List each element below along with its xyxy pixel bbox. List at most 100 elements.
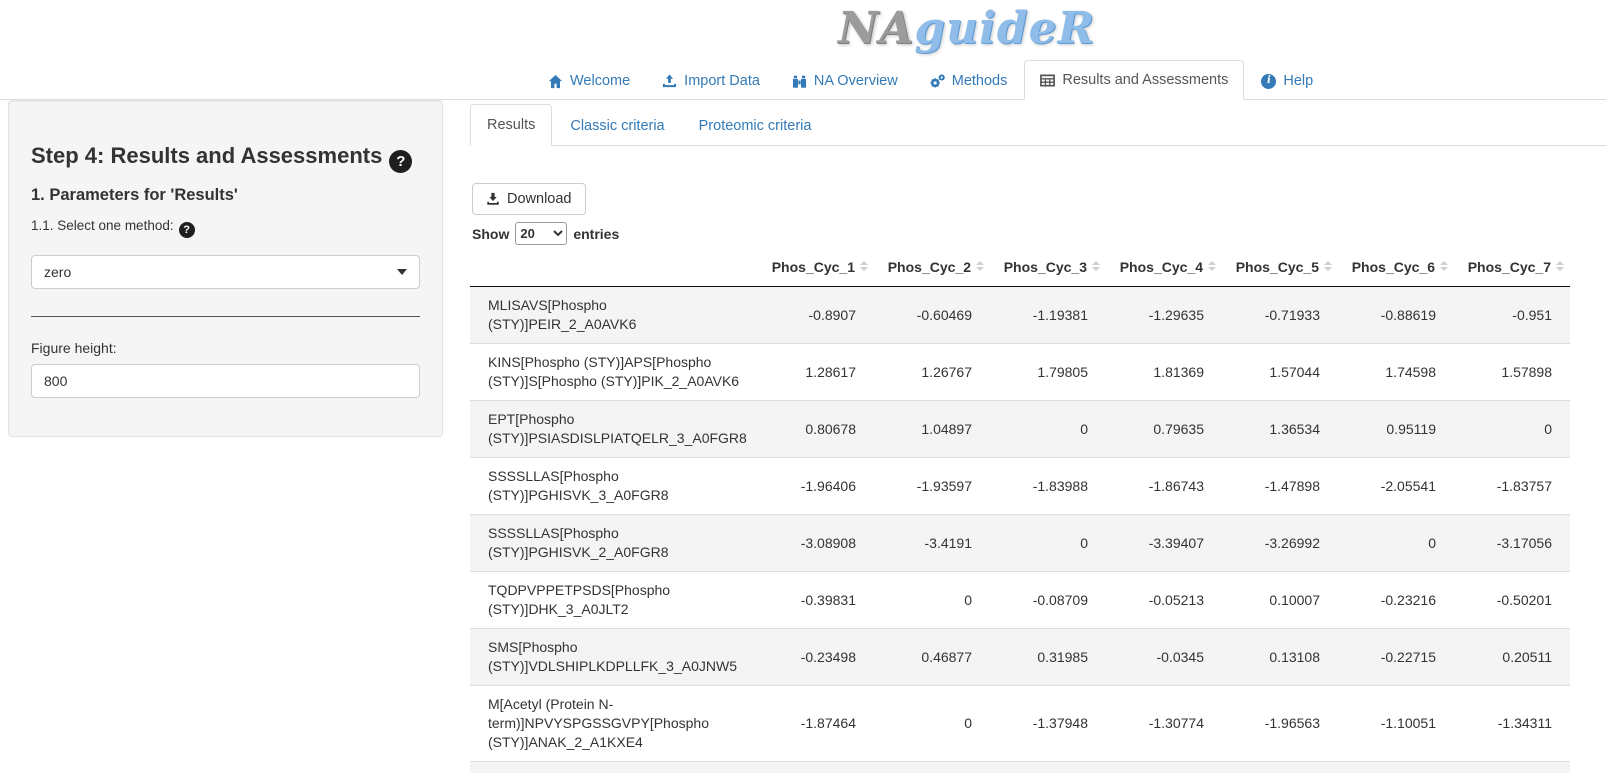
value-cell: 0: [1338, 515, 1454, 572]
column-header[interactable]: Phos_Cyc_4: [1106, 248, 1222, 287]
value-cell: 0.10007: [1222, 572, 1338, 629]
table-row: SSSSLLAS[Phospho (STY)]PGHISVK_2_A0FGR8-…: [470, 515, 1570, 572]
upload-icon: [662, 74, 677, 89]
help-icon[interactable]: ?: [179, 222, 195, 238]
results-tabset: Results Classic criteria Proteomic crite…: [470, 104, 1606, 146]
value-cell: 0: [990, 401, 1106, 458]
column-header[interactable]: Phos_Cyc_6: [1338, 248, 1454, 287]
value-cell: 1.81369: [1106, 344, 1222, 401]
sort-icon: [1208, 261, 1216, 271]
sort-icon: [1324, 261, 1332, 271]
column-header[interactable]: Phos_Cyc_7: [1454, 248, 1570, 287]
download-button[interactable]: Download: [472, 183, 586, 215]
tab-classic-criteria[interactable]: Classic criteria: [554, 106, 682, 145]
download-icon: [486, 192, 500, 206]
nav-item-methods[interactable]: Methods: [914, 62, 1024, 99]
column-header[interactable]: Phos_Cyc_1: [758, 248, 874, 287]
value-cell: -0.22715: [1338, 629, 1454, 686]
value-cell: 1.04897: [874, 401, 990, 458]
value-cell: -0.8907: [758, 287, 874, 344]
value-cell: -0.71933: [1222, 287, 1338, 344]
row-name-cell: MLISAVS[Phospho (STY)]PEIR_2_A0AVK6: [470, 287, 758, 344]
figure-height-label: Figure height:: [31, 340, 420, 356]
app-logo: NAguideR: [838, 2, 1095, 56]
help-icon[interactable]: ?: [389, 150, 412, 173]
results-table-container: Phos_Cyc_1Phos_Cyc_2Phos_Cyc_3Phos_Cyc_4…: [470, 248, 1570, 773]
nav-item-na-overview[interactable]: NA Overview: [776, 62, 914, 99]
value-cell: 0: [874, 686, 990, 762]
row-name-cell: SMS[Phospho (STY)]VDLSHIPLKDPLLFK_3_A0JN…: [470, 629, 758, 686]
value-cell: -3.39407: [1106, 515, 1222, 572]
value-cell: -1.96563: [1222, 686, 1338, 762]
show-label: Show: [472, 226, 509, 242]
sort-icon: [976, 261, 984, 271]
value-cell: 1.79805: [990, 344, 1106, 401]
value-cell: 0.79635: [1106, 401, 1222, 458]
value-cell: -1.83988: [990, 458, 1106, 515]
nav-item-help[interactable]: i Help: [1245, 62, 1329, 99]
sidebar-panel: Step 4: Results and Assessments? 1. Para…: [8, 100, 443, 437]
binoculars-icon: [792, 74, 807, 89]
value-cell: -1.96406: [758, 458, 874, 515]
figure-height-input[interactable]: [31, 364, 420, 398]
value-cell: 0: [990, 515, 1106, 572]
value-cell: -0.88619: [1338, 287, 1454, 344]
column-header[interactable]: Phos_Cyc_2: [874, 248, 990, 287]
step-title: Step 4: Results and Assessments?: [31, 143, 420, 173]
column-header[interactable]: Phos_Cyc_5: [1222, 248, 1338, 287]
table-row: KINS[Phospho (STY)]APS[Phospho (STY)]S[P…: [470, 344, 1570, 401]
value-cell: -0.23498: [758, 629, 874, 686]
row-name-header: [470, 248, 758, 287]
entries-select[interactable]: 20: [515, 222, 567, 245]
value-cell: 0.80678: [758, 401, 874, 458]
top-nav: Welcome Import Data NA Overview Methods: [0, 60, 1606, 100]
value-cell: 0: [874, 572, 990, 629]
sort-icon: [1440, 261, 1448, 271]
value-cell: -3.4191: [874, 515, 990, 572]
nav-item-welcome[interactable]: Welcome: [532, 62, 646, 99]
value-cell: -0.50201: [1454, 572, 1570, 629]
row-name-cell: TQDPVPPETPSDS[Phospho (STY)]DHK_3_A0JLT2: [470, 572, 758, 629]
value-cell: 0.31985: [990, 629, 1106, 686]
nav-item-import-data[interactable]: Import Data: [646, 62, 776, 99]
value-cell: -0.951: [1454, 287, 1570, 344]
value-cell: -1.83757: [1454, 458, 1570, 515]
table-row: M[Acetyl (Protein N-term)]NPVYSPGSSGVPY[…: [470, 686, 1570, 762]
results-table: Phos_Cyc_1Phos_Cyc_2Phos_Cyc_3Phos_Cyc_4…: [470, 248, 1570, 773]
value-cell: -2.05541: [1338, 458, 1454, 515]
value-cell: -1.86743: [1106, 458, 1222, 515]
value-cell: -1.19381: [990, 287, 1106, 344]
table-head: Phos_Cyc_1Phos_Cyc_2Phos_Cyc_3Phos_Cyc_4…: [470, 248, 1570, 287]
value-cell: -0.05213: [1106, 572, 1222, 629]
table-row: [470, 762, 1570, 773]
sort-icon: [860, 261, 868, 271]
value-cell: 1.26767: [874, 344, 990, 401]
entries-label: entries: [573, 226, 619, 242]
value-cell: -1.93597: [874, 458, 990, 515]
value-cell: -0.60469: [874, 287, 990, 344]
value-cell: -3.26992: [1222, 515, 1338, 572]
table-row: TQDPVPPETPSDS[Phospho (STY)]DHK_3_A0JLT2…: [470, 572, 1570, 629]
value-cell: 0.95119: [1338, 401, 1454, 458]
value-cell: -1.34311: [1454, 686, 1570, 762]
value-cell: 0.20511: [1454, 629, 1570, 686]
row-name-cell: SSSSLLAS[Phospho (STY)]PGHISVK_3_A0FGR8: [470, 458, 758, 515]
row-name-cell: EPT[Phospho (STY)]PSIASDISLPIATQELR_3_A0…: [470, 401, 758, 458]
value-cell: -0.08709: [990, 572, 1106, 629]
tab-results[interactable]: Results: [470, 104, 554, 145]
column-header[interactable]: Phos_Cyc_3: [990, 248, 1106, 287]
method-select[interactable]: zero: [31, 255, 420, 289]
value-cell: -1.10051: [1338, 686, 1454, 762]
method-select-value: zero: [44, 264, 71, 280]
logo-part-na: NA: [838, 3, 914, 54]
gears-icon: [930, 74, 945, 89]
tab-proteomic-criteria[interactable]: Proteomic criteria: [683, 106, 830, 145]
nav-item-results-and-assessments[interactable]: Results and Assessments: [1023, 60, 1245, 99]
value-cell: 0.46877: [874, 629, 990, 686]
value-cell: 1.57044: [1222, 344, 1338, 401]
sort-icon: [1556, 261, 1564, 271]
value-cell: 1.36534: [1222, 401, 1338, 458]
length-menu: Show 20 entries: [472, 222, 619, 245]
info-circle-icon: i: [1261, 74, 1276, 89]
row-name-cell: KINS[Phospho (STY)]APS[Phospho (STY)]S[P…: [470, 344, 758, 401]
